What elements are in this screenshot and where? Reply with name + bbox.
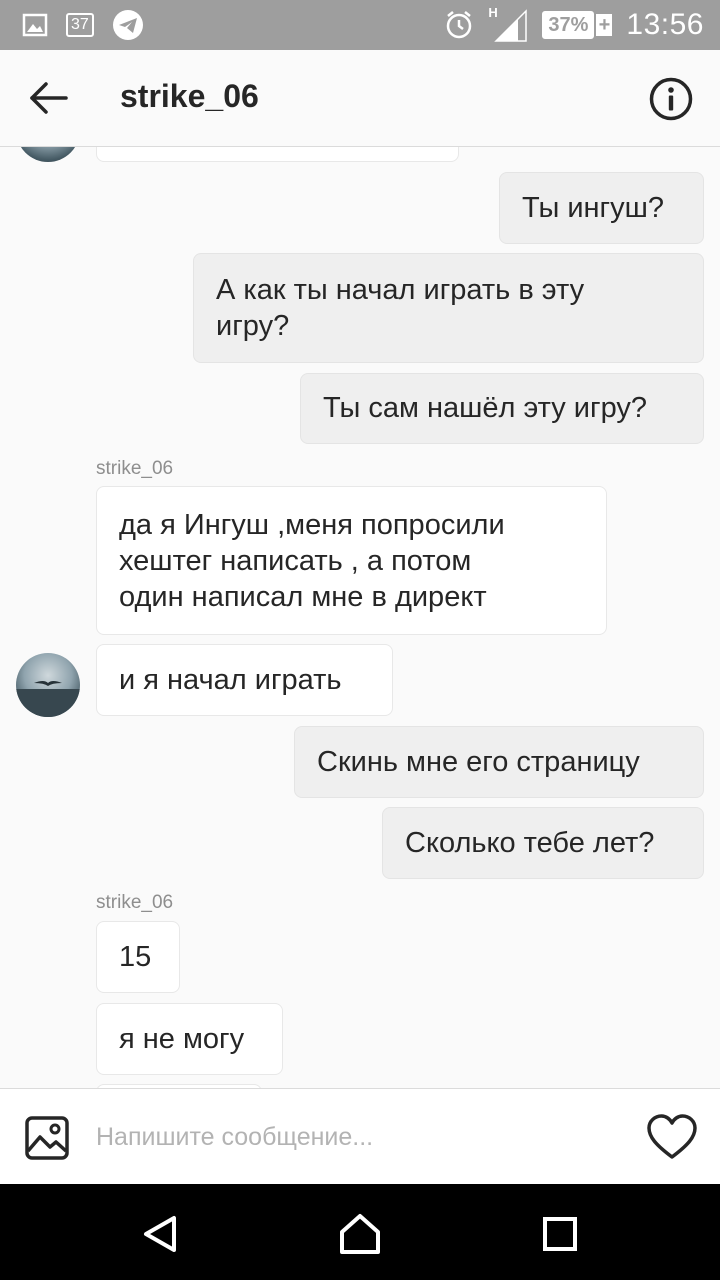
message-text-line: хештег написать , а потом bbox=[119, 545, 472, 577]
message-text: Сколько тебе лет? bbox=[405, 827, 655, 859]
avatar-image bbox=[16, 681, 80, 717]
message-bubble-outgoing[interactable]: Ты сам нашёл эту игру? bbox=[300, 373, 704, 444]
avatar[interactable] bbox=[16, 146, 80, 162]
message-text: Ты ингуш? bbox=[522, 192, 665, 224]
nav-home-icon[interactable] bbox=[338, 1212, 382, 1256]
message-text: 15 bbox=[119, 941, 152, 973]
clock: 13:56 bbox=[626, 8, 704, 41]
message-text: и я начал играть bbox=[119, 664, 342, 696]
message-composer bbox=[0, 1088, 720, 1185]
message-text-line: А как ты начал играть в эту bbox=[216, 274, 585, 306]
nav-back-icon[interactable] bbox=[138, 1212, 182, 1256]
chat-title[interactable]: strike_06 bbox=[120, 78, 259, 115]
message-bubble-incoming[interactable]: 15 bbox=[96, 921, 180, 993]
message-bubble-outgoing[interactable]: Ты ингуш? bbox=[499, 172, 704, 244]
chat-header: strike_06 bbox=[0, 50, 720, 147]
alarm-icon bbox=[447, 11, 472, 39]
message-text-line: игру? bbox=[216, 310, 290, 342]
signal-icon: H bbox=[488, 5, 528, 43]
battery-percent: 37% bbox=[542, 11, 595, 39]
message-text-line: один написал мне в директ bbox=[119, 581, 487, 613]
badge-icon: 37 bbox=[66, 13, 94, 37]
image-notification-icon bbox=[22, 13, 48, 37]
message-bubble-outgoing[interactable]: Сколько тебе лет? bbox=[382, 807, 704, 879]
status-bar: 37 H 37% + 13:56 bbox=[0, 0, 720, 50]
message-input[interactable] bbox=[96, 1115, 616, 1159]
message-bubble-outgoing[interactable]: Скинь мне его страницу bbox=[294, 726, 704, 798]
back-arrow-icon[interactable] bbox=[26, 78, 70, 118]
message-text: Ты сам нашёл эту игру? bbox=[323, 392, 648, 424]
sender-name: strike_06 bbox=[96, 892, 174, 913]
info-icon[interactable] bbox=[648, 76, 694, 122]
message-bubble-outgoing[interactable]: А как ты начал играть в эту игру? bbox=[193, 253, 704, 363]
message-bubble-incoming[interactable]: и я начал играть bbox=[96, 644, 393, 716]
avatar[interactable] bbox=[16, 653, 80, 717]
message-text-line: да я Ингуш ,меня попросили bbox=[119, 509, 505, 541]
navigation-bar bbox=[0, 1184, 720, 1280]
message-thread[interactable]: Ты ингуш? А как ты начал играть в эту иг… bbox=[0, 146, 720, 1088]
battery-icon: 37% + bbox=[542, 11, 613, 39]
status-notifications: 37 bbox=[22, 9, 144, 41]
charging-indicator: + bbox=[596, 14, 613, 36]
gallery-icon[interactable] bbox=[24, 1115, 70, 1161]
message-bubble-incoming[interactable]: я не могу bbox=[96, 1003, 283, 1075]
message-text: я не могу bbox=[119, 1023, 245, 1055]
message-text: Скинь мне его страницу bbox=[317, 746, 640, 778]
message-bubble-partial bbox=[96, 146, 459, 162]
sender-name: strike_06 bbox=[96, 458, 174, 479]
message-bubble-incoming[interactable]: да я Ингуш ,меня попросили хештег написа… bbox=[96, 486, 607, 635]
status-system: H 37% + 13:56 bbox=[444, 0, 704, 50]
nav-recents-icon[interactable] bbox=[538, 1212, 582, 1256]
heart-icon[interactable] bbox=[646, 1113, 698, 1161]
telegram-icon bbox=[112, 10, 143, 40]
